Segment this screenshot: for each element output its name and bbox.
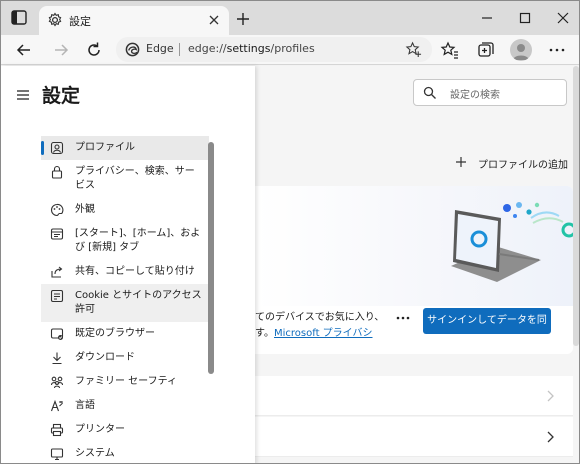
default-browser-icon	[50, 328, 64, 340]
sidebar-item-default-browser[interactable]: 既定のブラウザー	[41, 322, 209, 346]
sidebar-item-label: プリンター	[75, 424, 125, 435]
palette-icon	[51, 203, 64, 217]
family-icon	[50, 376, 64, 389]
sidebar-item-start-home-newtab[interactable]: [スタート]、[ホーム]、および [新規] タブ	[41, 222, 209, 260]
language-icon	[50, 399, 63, 412]
sidebar-item-profiles[interactable]: プロファイル	[41, 136, 209, 160]
laptop-illustration	[451, 202, 573, 282]
hamburger-menu-icon[interactable]	[16, 89, 30, 101]
sign-in-sync-button[interactable]: サインインしてデータを同期	[423, 308, 551, 352]
search-placeholder: 設定の検索	[450, 90, 500, 101]
search-icon	[423, 86, 436, 99]
profile-icon	[50, 141, 64, 155]
address-divider	[179, 43, 180, 56]
sidebar-item-printers[interactable]: プリンター	[41, 418, 209, 442]
download-icon	[52, 352, 62, 365]
sidebar-scrollbar[interactable]	[208, 142, 214, 374]
sidebar-item-label: システム	[75, 448, 115, 459]
sidebar-item-system[interactable]: システム	[41, 442, 209, 463]
sync-description: てのデバイスでお気に入り、 す。Microsoft プライバシ	[255, 312, 385, 339]
avatar-icon	[513, 44, 529, 60]
sidebar-item-cookies-site-permissions[interactable]: Cookie とサイトのアクセス許可	[41, 284, 209, 322]
tab-title: 設定	[69, 15, 91, 28]
sidebar-item-languages[interactable]: 言語	[41, 394, 209, 418]
maximize-icon[interactable]	[515, 9, 535, 27]
profile-avatar[interactable]	[510, 39, 532, 61]
collections-icon[interactable]	[475, 39, 497, 61]
settings-page: 設定の検索 プロファイルの追加 てのデバイスでお気に入り、 す。Microsof…	[1, 66, 579, 463]
address-bar[interactable]: Edge edge://settings/profiles	[116, 37, 432, 62]
settings-sidebar: 設定 プロファイル プライバシー、検索、サービス 外観 [スタート]、[ホーム]…	[1, 66, 255, 463]
sidebar-item-label: ダウンロード	[75, 352, 135, 363]
tab-settings[interactable]: 設定	[39, 6, 229, 35]
profile-card: てのデバイスでお気に入り、 す。Microsoft プライバシ サインインしてデ…	[255, 186, 573, 354]
settings-row[interactable]	[255, 417, 573, 457]
add-profile-button[interactable]: プロファイルの追加	[478, 156, 568, 171]
add-icon	[456, 157, 466, 167]
gear-icon	[48, 12, 62, 27]
refresh-icon[interactable]	[83, 39, 105, 61]
site-name: Edge	[146, 42, 174, 55]
sidebar-item-label: 既定のブラウザー	[75, 328, 155, 339]
toolbar: Edge edge://settings/profiles	[1, 35, 579, 65]
sidebar-item-label: [スタート]、[ホーム]、および [新規] タブ	[75, 228, 201, 253]
sidebar-item-label: Cookie とサイトのアクセス許可	[75, 290, 202, 315]
add-favorite-icon[interactable]	[405, 41, 422, 58]
sidebar-item-label: 言語	[75, 400, 95, 411]
main-scrollbar[interactable]	[573, 66, 579, 346]
sidebar-item-privacy[interactable]: プライバシー、検索、サービス	[41, 160, 209, 198]
sidebar-item-family-safety[interactable]: ファミリー セーフティ	[41, 370, 209, 394]
privacy-link[interactable]: Microsoft プライバシ	[274, 328, 373, 339]
sidebar-item-label: プロファイル	[75, 142, 135, 153]
sidebar-item-downloads[interactable]: ダウンロード	[41, 346, 209, 370]
system-icon	[50, 448, 64, 461]
browser-window: 設定 Edge edge://settings/profiles 設定の検索 プ…	[0, 0, 580, 464]
site-permissions-icon	[50, 289, 64, 303]
tab-actions-icon[interactable]	[9, 9, 29, 27]
tab-strip: 設定	[1, 1, 579, 35]
sidebar-item-share-copy-paste[interactable]: 共有、コピーして貼り付け	[41, 260, 209, 284]
chevron-right-icon	[547, 431, 554, 443]
sidebar-item-label: プライバシー、検索、サービス	[75, 166, 195, 191]
sidebar-item-appearance[interactable]: 外観	[41, 198, 209, 222]
more-menu-icon[interactable]	[546, 39, 568, 61]
settings-row[interactable]	[255, 376, 573, 416]
sidebar-item-label: 外観	[75, 204, 95, 215]
favorites-icon[interactable]	[439, 39, 461, 61]
close-tab-icon[interactable]	[206, 12, 222, 28]
home-tabs-icon	[50, 228, 64, 240]
sidebar-nav: プロファイル プライバシー、検索、サービス 外観 [スタート]、[ホーム]、およ…	[41, 136, 209, 463]
minimize-icon[interactable]	[477, 9, 497, 27]
url-text: edge://settings/profiles	[188, 42, 315, 55]
sidebar-item-label: ファミリー セーフティ	[75, 376, 177, 387]
back-icon[interactable]	[13, 39, 35, 61]
more-options-icon[interactable]	[395, 313, 411, 323]
close-window-icon[interactable]	[553, 9, 573, 27]
sidebar-item-label: 共有、コピーして貼り付け	[75, 266, 195, 277]
settings-search-input[interactable]: 設定の検索	[413, 79, 567, 106]
printer-icon	[50, 423, 64, 437]
edge-logo-icon	[125, 42, 140, 57]
new-tab-icon[interactable]	[234, 10, 252, 28]
chevron-right-icon	[547, 390, 554, 402]
share-icon	[51, 266, 63, 278]
lock-icon	[51, 165, 63, 179]
forward-icon[interactable]	[50, 39, 72, 61]
sidebar-title: 設定	[42, 85, 81, 107]
